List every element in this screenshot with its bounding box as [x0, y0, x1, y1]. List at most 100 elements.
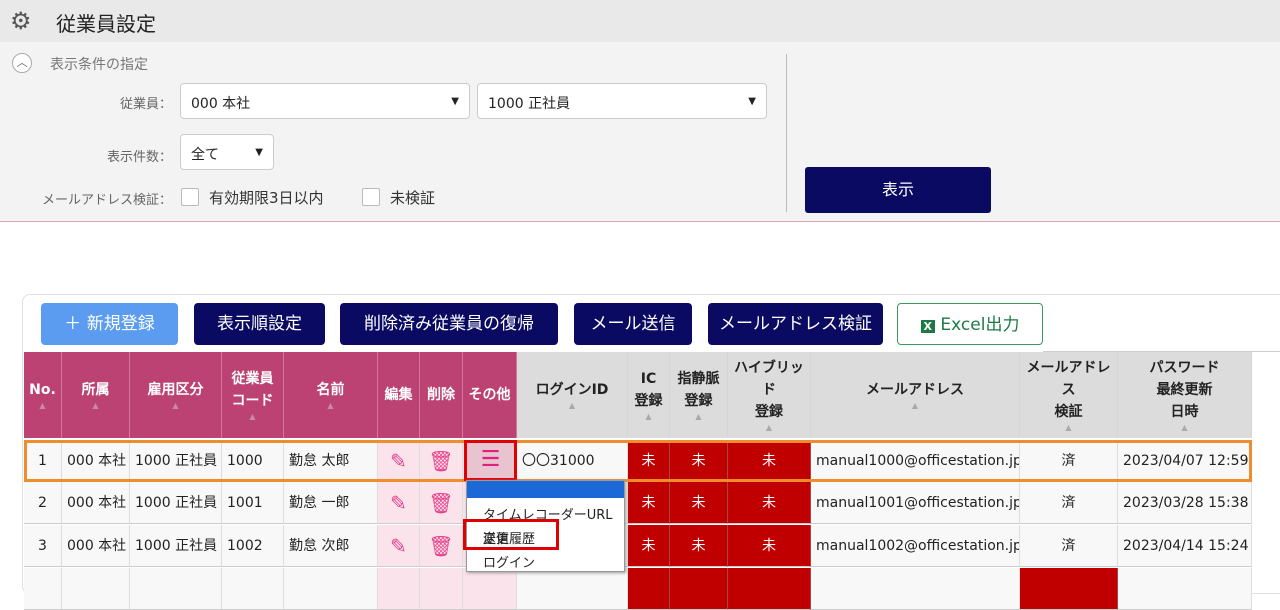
column-header-no[interactable]: No. ▲	[24, 352, 62, 438]
cell-updated	[1118, 568, 1252, 610]
column-header-name[interactable]: 名前 ▲	[284, 352, 378, 438]
cell-no: 2	[24, 482, 62, 524]
trash-icon[interactable]: 🗑	[428, 491, 453, 515]
column-header-code[interactable]: 従業員 コード ▲	[222, 352, 284, 438]
cell-code: 1002	[222, 525, 284, 567]
employment-type-select[interactable]: 1000 正社員 ▼	[477, 83, 767, 119]
employee-label: 従業員：	[119, 97, 172, 112]
cell-edit[interactable]	[378, 568, 420, 610]
sort-icon[interactable]: ▲	[1065, 423, 1071, 433]
cell-vein	[670, 568, 728, 610]
cell-delete[interactable]	[420, 568, 463, 610]
gear-icon[interactable]: ⚙	[10, 9, 34, 33]
other-menu-button[interactable]: ☰	[464, 440, 517, 481]
column-header-delete[interactable]: 削除	[420, 352, 463, 438]
verify-email-button[interactable]: メールアドレス検証	[708, 303, 883, 345]
cell-no	[24, 568, 62, 610]
sort-icon[interactable]: ▲	[695, 412, 701, 422]
column-header-hybrid[interactable]: ハイブリッド 登録 ▲	[728, 352, 811, 438]
cell-type	[130, 568, 222, 610]
cell-updated: 2023/04/14 15:24	[1118, 525, 1252, 567]
excel-export-button[interactable]: X Excel出力	[897, 303, 1043, 345]
expiry-checkbox[interactable]	[181, 188, 199, 206]
header-label: パスワード	[1149, 360, 1220, 376]
sort-icon[interactable]: ▲	[569, 401, 575, 411]
dropdown-arrow-icon: ▼	[451, 96, 459, 107]
count-select[interactable]: 全て ▼	[180, 134, 274, 170]
new-register-button[interactable]: ＋ 新規登録	[41, 303, 178, 345]
cell-office: 000 本社	[62, 482, 130, 524]
cell-verified: 済	[1020, 525, 1118, 567]
cell-name: 勤怠 一郎	[284, 482, 378, 524]
column-header-login[interactable]: ログインID ▲	[517, 352, 628, 438]
cell-delete[interactable]: 🗑	[420, 482, 463, 524]
excel-icon: X	[920, 320, 936, 333]
column-header-other[interactable]: その他	[463, 352, 517, 438]
column-header-edit[interactable]: 編集	[378, 352, 420, 438]
cell-office	[62, 568, 130, 610]
cell-delete[interactable]: 🗑	[420, 525, 463, 567]
column-header-email[interactable]: メールアドレス ▲	[811, 352, 1020, 438]
email-verify-label: メールアドレス検証：	[41, 193, 172, 208]
cell-ic: 未	[628, 482, 670, 524]
sort-icon[interactable]: ▲	[172, 401, 178, 411]
cell-updated: 2023/03/28 15:38	[1118, 482, 1252, 524]
column-header-office[interactable]: 所属 ▲	[62, 352, 130, 438]
menu-header	[467, 481, 624, 498]
pencil-icon[interactable]: ✎	[390, 491, 407, 515]
sort-icon[interactable]: ▲	[645, 412, 651, 422]
header-label: メールアドレス	[866, 382, 964, 398]
header-label: 雇用区分	[147, 382, 204, 398]
trash-icon[interactable]: 🗑	[428, 534, 453, 558]
cell-email: manual1002@officestation.jp	[811, 525, 1020, 567]
dropdown-arrow-icon: ▼	[748, 96, 756, 107]
header-label: 削除	[427, 387, 455, 403]
office-select[interactable]: 000 本社 ▼	[180, 83, 470, 119]
cell-code	[222, 568, 284, 610]
sort-icon[interactable]: ▲	[249, 412, 255, 422]
display-order-button[interactable]: 表示順設定	[194, 303, 325, 345]
menu-item-login[interactable]: ログイン	[467, 552, 624, 576]
sort-icon[interactable]: ▲	[327, 401, 333, 411]
cell-no: 3	[24, 525, 62, 567]
column-header-verified[interactable]: メールアドレス 検証 ▲	[1020, 352, 1118, 438]
column-header-type[interactable]: 雇用区分 ▲	[130, 352, 222, 438]
header-label: 従業員	[231, 371, 274, 387]
sort-icon[interactable]: ▲	[912, 401, 918, 411]
header-label: IC	[640, 371, 657, 387]
sort-icon[interactable]: ▲	[766, 423, 772, 433]
filter-section-label: 表示条件の指定	[50, 57, 148, 73]
show-button[interactable]: 表示	[805, 167, 991, 213]
sort-icon[interactable]: ▲	[39, 401, 45, 411]
collapse-icon[interactable]: ︿	[12, 53, 32, 73]
column-header-vein[interactable]: 指静脈登録 ▲	[670, 352, 728, 438]
cell-ic	[628, 568, 670, 610]
send-mail-button[interactable]: メール送信	[574, 303, 692, 345]
cell-email: manual1001@officestation.jp	[811, 482, 1020, 524]
unverified-label: 未検証	[390, 189, 436, 207]
header-label: 指静脈	[677, 371, 720, 387]
restore-deleted-button[interactable]: 削除済み従業員の復帰	[340, 303, 558, 345]
sort-icon[interactable]: ▲	[92, 401, 98, 411]
cell-hybrid: 未	[728, 482, 811, 524]
cell-edit[interactable]: ✎	[378, 482, 420, 524]
cell-name	[284, 568, 378, 610]
cell-edit[interactable]: ✎	[378, 525, 420, 567]
cell-hybrid	[728, 568, 811, 610]
sort-icon[interactable]: ▲	[1181, 423, 1187, 433]
header-label: 検証	[1054, 404, 1083, 420]
header-label: その他	[468, 387, 511, 403]
header-label: 登録	[684, 393, 713, 409]
header-label: 日時	[1170, 404, 1199, 420]
unverified-checkbox[interactable]	[362, 188, 380, 206]
change-history-highlight	[463, 519, 559, 550]
column-header-ic[interactable]: IC 登録 ▲	[628, 352, 670, 438]
count-label: 表示件数：	[106, 150, 172, 165]
cell-vein: 未	[670, 525, 728, 567]
cell-name: 勤怠 次郎	[284, 525, 378, 567]
pencil-icon[interactable]: ✎	[390, 534, 407, 558]
column-header-updated[interactable]: パスワード 最終更新 日時 ▲	[1118, 352, 1252, 438]
cell-ic: 未	[628, 525, 670, 567]
header-label: 登録	[755, 404, 783, 420]
cell-office: 000 本社	[62, 525, 130, 567]
